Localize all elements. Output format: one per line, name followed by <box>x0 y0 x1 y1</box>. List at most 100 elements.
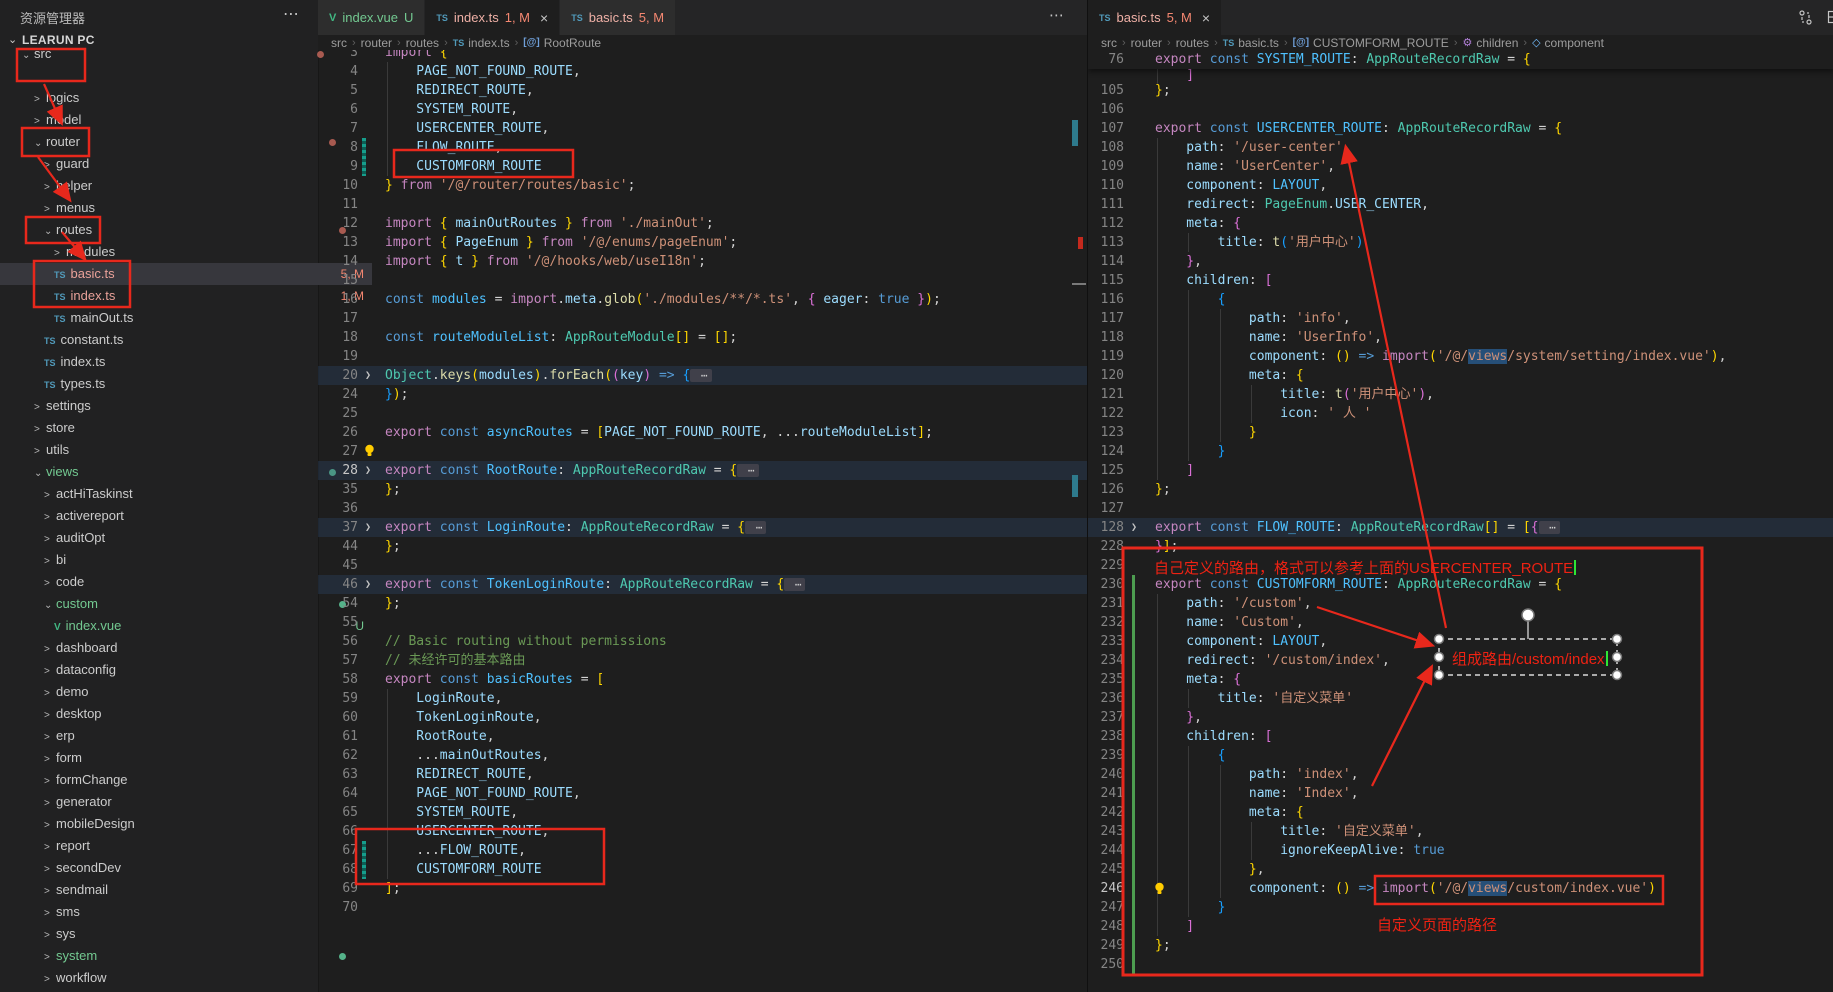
code-line[interactable]: 59 LoginRoute, <box>318 689 1087 708</box>
code-line[interactable]: 17 <box>318 309 1087 328</box>
code-editor-basic-ts[interactable]: ]105};106107export const USERCENTER_ROUT… <box>1088 50 1833 992</box>
breadcrumb-item-RootRoute[interactable]: ›[@]RootRoute <box>510 36 601 50</box>
code-line[interactable]: 60 TokenLoginRoute, <box>318 708 1087 727</box>
code-line[interactable]: 8 FLOW_ROUTE, <box>318 138 1087 157</box>
lightbulb-icon[interactable] <box>1152 881 1167 896</box>
code-line[interactable]: 63 REDIRECT_ROUTE, <box>318 765 1087 784</box>
code-line[interactable]: 15 <box>318 271 1087 290</box>
code-line[interactable]: 128❯export const FLOW_ROUTE: AppRouteRec… <box>1088 518 1833 537</box>
code-line[interactable]: 240 path: 'index', <box>1088 765 1833 784</box>
code-line[interactable]: 245 }, <box>1088 860 1833 879</box>
code-line[interactable]: 66 USERCENTER_ROUTE, <box>318 822 1087 841</box>
code-line[interactable]: 119 component: () => import('/@/views/sy… <box>1088 347 1833 366</box>
code-line[interactable]: 3import { <box>318 50 1087 62</box>
sidebar-item-settings[interactable]: >settings <box>0 395 352 417</box>
code-line[interactable]: 19 <box>318 347 1087 366</box>
code-line[interactable]: 45 <box>318 556 1087 575</box>
code-line[interactable]: 111 redirect: PageEnum.USER_CENTER, <box>1088 195 1833 214</box>
tab-basic.ts[interactable]: TSbasic.ts5, M <box>560 0 676 35</box>
code-line[interactable]: 4 PAGE_NOT_FOUND_ROUTE, <box>318 62 1087 81</box>
code-line[interactable]: 246 component: () => import('/@/views/cu… <box>1088 879 1833 898</box>
code-line[interactable]: 112 meta: { <box>1088 214 1833 233</box>
code-line[interactable]: 27 <box>318 442 1087 461</box>
breadcrumb-item-router[interactable]: ›router <box>1117 36 1162 50</box>
sidebar-item-form[interactable]: >form <box>0 747 362 769</box>
sidebar-item-system[interactable]: >system <box>0 945 362 967</box>
code-line[interactable]: 244 ignoreKeepAlive: true <box>1088 841 1833 860</box>
tab-index.ts[interactable]: TSindex.ts1, M× <box>425 0 560 35</box>
breadcrumb-item-CUSTOMFORM_ROUTE[interactable]: ›[@]CUSTOMFORM_ROUTE <box>1279 36 1449 50</box>
code-line[interactable]: 233 component: LAYOUT, <box>1088 632 1833 651</box>
sidebar-item-basic.ts[interactable]: TSbasic.ts5, M <box>0 263 372 285</box>
lightbulb-icon[interactable] <box>362 443 377 458</box>
code-line[interactable]: 249}; <box>1088 936 1833 955</box>
code-line[interactable]: 16const modules = import.meta.glob('./mo… <box>318 290 1087 309</box>
code-line[interactable]: 123 } <box>1088 423 1833 442</box>
code-line[interactable]: 6 SYSTEM_ROUTE, <box>318 100 1087 119</box>
code-line[interactable]: 67 ...FLOW_ROUTE, <box>318 841 1087 860</box>
code-line[interactable]: 234 redirect: '/custom/index', <box>1088 651 1833 670</box>
fold-chevron-icon[interactable]: ❯ <box>365 575 371 594</box>
sidebar-item-src[interactable]: ⌄src <box>0 43 340 65</box>
code-line[interactable]: 62 ...mainOutRoutes, <box>318 746 1087 765</box>
breadcrumb-item-component[interactable]: ›◇component <box>1518 36 1604 50</box>
code-line[interactable]: 124 } <box>1088 442 1833 461</box>
code-line[interactable]: 237 }, <box>1088 708 1833 727</box>
sidebar-item-logics[interactable]: >logics <box>0 87 352 109</box>
code-line[interactable]: 126}; <box>1088 480 1833 499</box>
code-line[interactable]: 5 REDIRECT_ROUTE, <box>318 81 1087 100</box>
code-line[interactable]: 12import { mainOutRoutes } from './mainO… <box>318 214 1087 233</box>
code-line[interactable]: 125 ] <box>1088 461 1833 480</box>
sidebar-item-hidden[interactable] <box>0 65 352 87</box>
code-line[interactable]: 118 name: 'UserInfo', <box>1088 328 1833 347</box>
breadcrumb-item-routes[interactable]: ›routes <box>392 36 439 50</box>
code-line[interactable]: 231 path: '/custom', <box>1088 594 1833 613</box>
code-line[interactable]: 121 title: t('用户中心'), <box>1088 385 1833 404</box>
code-line[interactable]: 114 }, <box>1088 252 1833 271</box>
code-line[interactable]: 25 <box>318 404 1087 423</box>
code-line[interactable]: 58export const basicRoutes = [ <box>318 670 1087 689</box>
breadcrumb-item-routes[interactable]: ›routes <box>1162 36 1209 50</box>
sidebar-item-mobileDesign[interactable]: >mobileDesign <box>0 813 362 835</box>
code-line[interactable]: 108 path: '/user-center', <box>1088 138 1833 157</box>
editor-layout-icon[interactable] <box>1827 9 1833 30</box>
sidebar-item-mainOut.ts[interactable]: TSmainOut.ts <box>0 307 372 329</box>
code-line[interactable]: 117 path: 'info', <box>1088 309 1833 328</box>
code-line[interactable]: 241 name: 'Index', <box>1088 784 1833 803</box>
breadcrumb-item-src[interactable]: src <box>331 36 347 50</box>
sidebar-item-auditOpt[interactable]: >auditOpt <box>0 527 362 549</box>
code-line[interactable]: 120 meta: { <box>1088 366 1833 385</box>
code-line[interactable]: 57// 未经许可的基本路由 <box>318 651 1087 670</box>
sidebar-item-desktop[interactable]: >desktop <box>0 703 362 725</box>
sidebar-item-erp[interactable]: >erp <box>0 725 362 747</box>
code-line[interactable]: 64 PAGE_NOT_FOUND_ROUTE, <box>318 784 1087 803</box>
code-line[interactable]: 236 title: '自定义菜单' <box>1088 689 1833 708</box>
code-line[interactable]: 69]; <box>318 879 1087 898</box>
sidebar-item-actHiTaskinst[interactable]: >actHiTaskinst <box>0 483 362 505</box>
code-line[interactable]: 11 <box>318 195 1087 214</box>
code-line[interactable]: 242 meta: { <box>1088 803 1833 822</box>
sidebar-item-utils[interactable]: >utils <box>0 439 352 461</box>
sidebar-item-generator[interactable]: >generator <box>0 791 362 813</box>
fold-chevron-icon[interactable]: ❯ <box>365 518 371 537</box>
sidebar-item-router[interactable]: ⌄router <box>0 131 352 153</box>
code-line[interactable]: 248 ] <box>1088 917 1833 936</box>
sidebar-item-activereport[interactable]: >activereport <box>0 505 362 527</box>
code-line[interactable]: 7 USERCENTER_ROUTE, <box>318 119 1087 138</box>
code-line[interactable]: 24}); <box>318 385 1087 404</box>
code-line[interactable]: 20❯Object.keys(modules).forEach((key) =>… <box>318 366 1087 385</box>
sidebar-item-model[interactable]: >model <box>0 109 352 131</box>
sidebar-item-sendmail[interactable]: >sendmail <box>0 879 362 901</box>
sidebar-item-workflow[interactable]: >workflow <box>0 967 362 989</box>
sidebar-item-dashboard[interactable]: >dashboard <box>0 637 362 659</box>
sidebar-item-report[interactable]: >report <box>0 835 362 857</box>
code-line[interactable]: 55 <box>318 613 1087 632</box>
code-line[interactable]: 36 <box>318 499 1087 518</box>
code-line[interactable]: 10} from '/@/router/routes/basic'; <box>318 176 1087 195</box>
sidebar-item-index.ts[interactable]: TSindex.ts1, M <box>0 285 372 307</box>
tab-basic.ts[interactable]: TSbasic.ts5, M× <box>1088 0 1222 35</box>
code-line[interactable]: 54}; <box>318 594 1087 613</box>
code-line[interactable]: 9 CUSTOMFORM_ROUTE <box>318 157 1087 176</box>
code-line[interactable]: 56// Basic routing without permissions <box>318 632 1087 651</box>
code-line[interactable]: 232 name: 'Custom', <box>1088 613 1833 632</box>
